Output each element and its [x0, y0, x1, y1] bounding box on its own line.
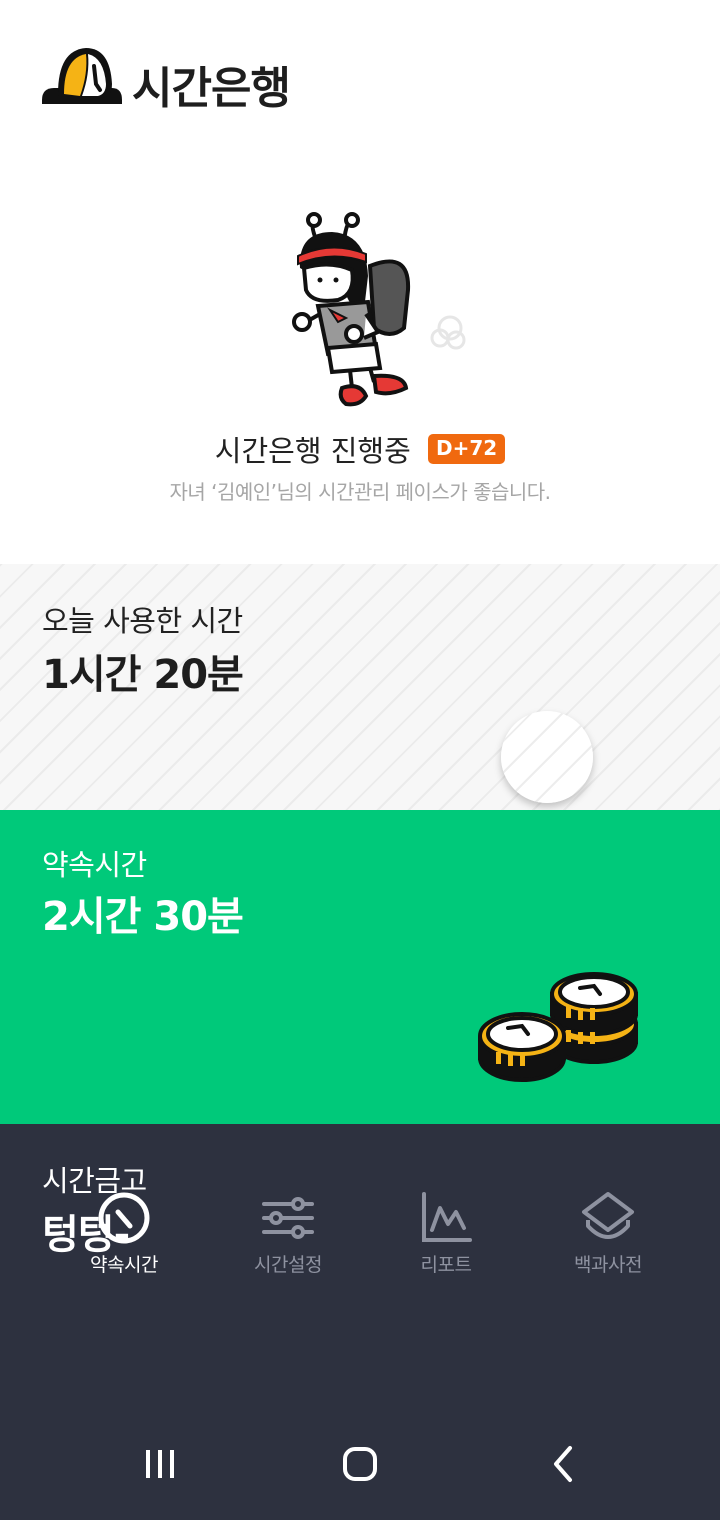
bottom-nav: 약속시간 시간설정 리포트 백과사전	[0, 1190, 720, 1290]
chart-icon	[422, 1192, 472, 1242]
clock-icon	[98, 1192, 150, 1244]
nav-label-report: 리포트	[420, 1254, 472, 1276]
nav-item-encyclopedia[interactable]: 백과사전	[528, 1190, 688, 1277]
home-icon[interactable]	[340, 1444, 380, 1484]
promise-time-value: 2시간 30분	[42, 894, 244, 940]
recent-apps-icon[interactable]	[142, 1444, 178, 1484]
nav-item-time-settings[interactable]: 시간설정	[208, 1190, 368, 1277]
today-used-value: 1시간 20분	[42, 652, 244, 698]
coin-logo-icon	[42, 48, 122, 104]
app-header: 시간은행	[0, 0, 720, 160]
sliders-icon	[262, 1197, 314, 1239]
coins-icon	[478, 972, 638, 1082]
back-icon[interactable]	[548, 1444, 578, 1484]
promise-time-panel[interactable]: 약속시간 2시간 30분	[0, 810, 720, 1124]
nav-label-time-settings: 시간설정	[254, 1254, 322, 1276]
nav-label-encyclopedia: 백과사전	[574, 1254, 642, 1276]
app-title: 시간은행	[132, 63, 291, 114]
nav-item-promise-time[interactable]: 약속시간	[44, 1190, 204, 1277]
book-icon	[582, 1192, 634, 1239]
status-section: 시간은행 진행중 D+72 자녀 ‘김예인’님의 시간관리 페이스가 좋습니다.	[0, 160, 720, 564]
today-used-panel[interactable]: 오늘 사용한 시간 1시간 20분	[0, 564, 720, 810]
system-nav-bar	[0, 1396, 720, 1520]
promise-time-label: 약속시간	[42, 848, 147, 882]
status-line: 시간은행 진행중 D+72	[0, 428, 720, 470]
dday-badge: D+72	[428, 434, 506, 464]
status-subtitle: 자녀 ‘김예인’님의 시간관리 페이스가 좋습니다.	[169, 480, 551, 504]
nav-item-report[interactable]: 리포트	[366, 1190, 526, 1277]
nav-label-promise-time: 약속시간	[90, 1254, 158, 1276]
status-title: 시간은행 진행중	[214, 434, 411, 468]
drag-handle[interactable]	[501, 711, 593, 803]
today-used-label: 오늘 사용한 시간	[42, 604, 243, 638]
running-character-illustration	[292, 212, 466, 407]
